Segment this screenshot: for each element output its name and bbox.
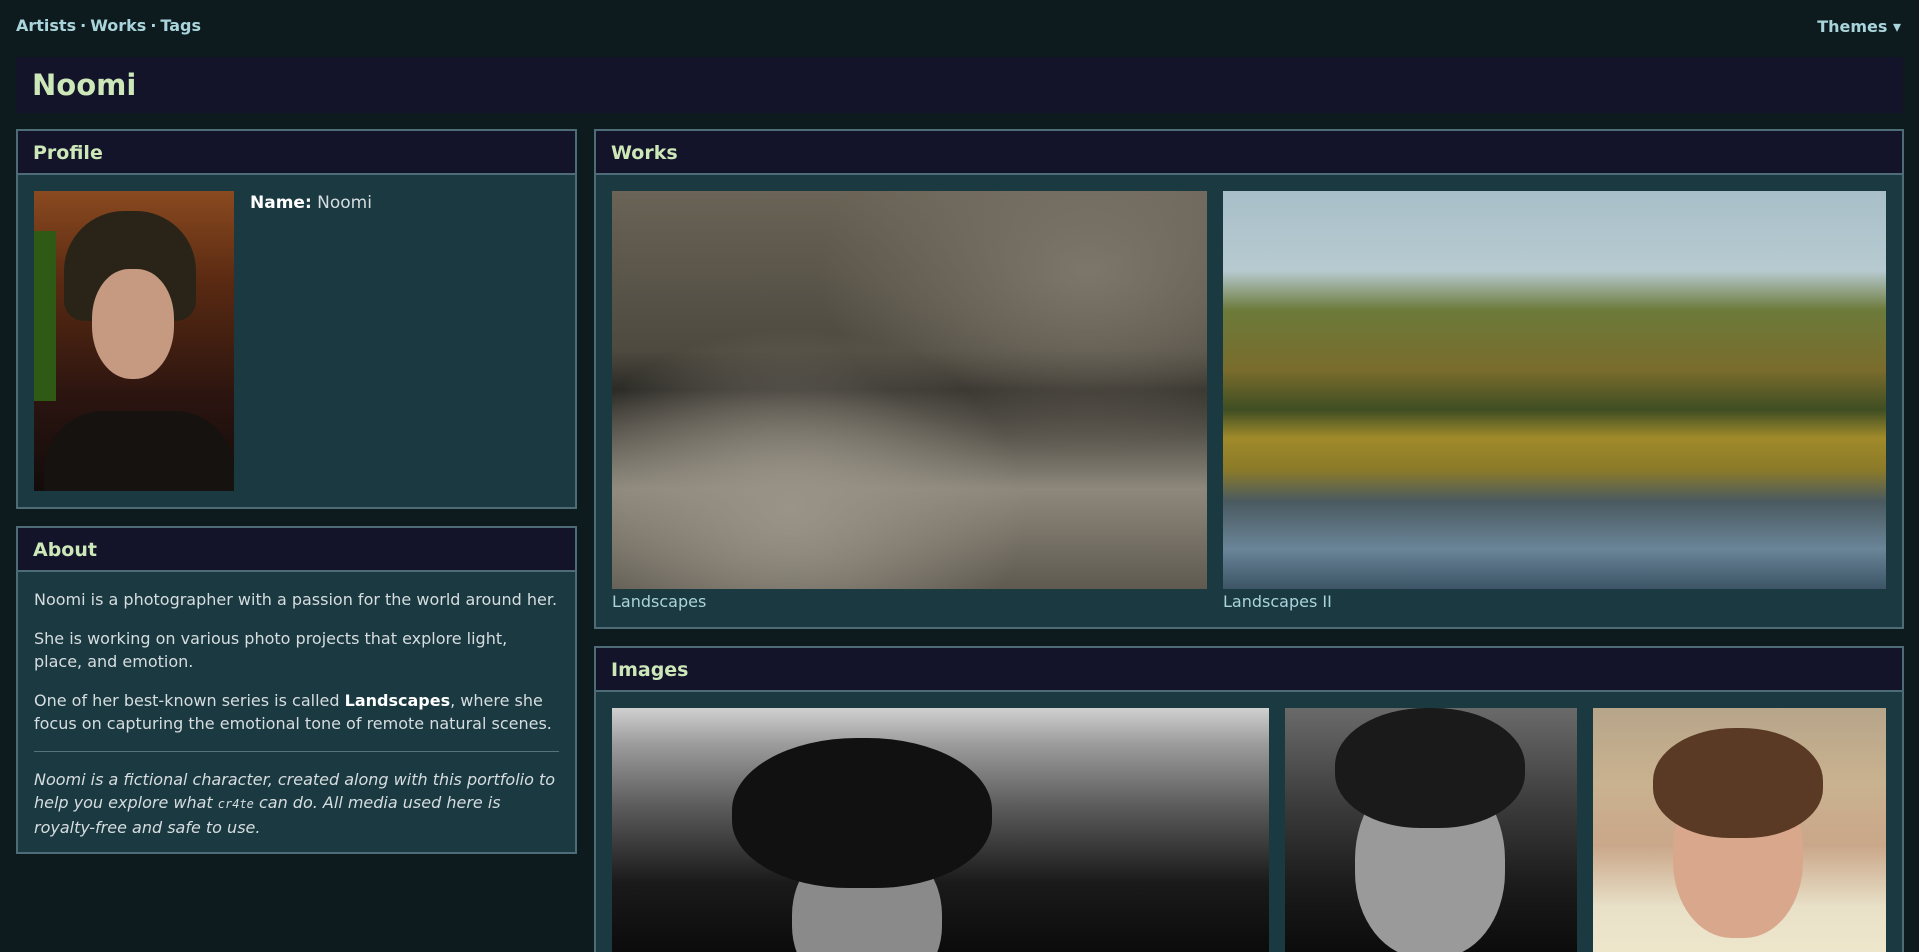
main-nav: Artists · Works · Tags xyxy=(16,16,201,35)
about-body: Noomi is a photographer with a passion f… xyxy=(18,572,575,871)
image-subject-hair xyxy=(1653,728,1823,838)
nav-works-link[interactable]: Works xyxy=(90,16,146,35)
name-value: Noomi xyxy=(317,193,372,213)
nav-separator: · xyxy=(80,16,87,35)
themes-dropdown[interactable]: Themes ▾ xyxy=(1817,17,1901,36)
photo-background xyxy=(34,231,56,401)
image-thumbnail[interactable] xyxy=(1285,708,1577,952)
about-p3-series: Landscapes xyxy=(344,691,451,710)
page-title: Noomi xyxy=(32,68,137,102)
work-thumbnail[interactable] xyxy=(1223,191,1886,589)
image-subject-hat xyxy=(1335,708,1525,828)
about-paragraph-2: She is working on various photo projects… xyxy=(34,629,508,671)
images-heading: Images xyxy=(596,648,1902,692)
profile-photo[interactable] xyxy=(34,191,234,491)
nav-separator: · xyxy=(150,16,157,35)
about-paragraph-3: One of her best-known series is called L… xyxy=(34,689,559,735)
image-thumbnail[interactable] xyxy=(612,708,1269,952)
about-p3-text: One of her best-known series is called xyxy=(34,691,345,710)
profile-heading: Profile xyxy=(18,131,575,175)
photo-face xyxy=(92,269,174,379)
note-code: cr4te xyxy=(217,797,254,811)
fiction-note: Noomi is a fictional character, created … xyxy=(34,768,559,839)
profile-name-row: Name: Noomi xyxy=(250,193,372,213)
nav-artists-link[interactable]: Artists xyxy=(16,16,76,35)
work-thumbnail[interactable] xyxy=(612,191,1207,589)
nav-tags-link[interactable]: Tags xyxy=(160,16,201,35)
profile-panel: Profile Name: Noomi xyxy=(16,129,577,509)
top-bar: Artists · Works · Tags Themes ▾ xyxy=(0,0,1919,54)
work-card[interactable]: Landscapes II xyxy=(1223,191,1886,611)
about-paragraph-1: Noomi is a photographer with a passion f… xyxy=(34,590,558,609)
page-header: Noomi xyxy=(16,57,1903,113)
work-caption[interactable]: Landscapes xyxy=(612,592,1207,611)
works-panel: Works Landscapes Landscapes II xyxy=(594,129,1904,629)
about-heading: About xyxy=(18,528,575,572)
work-card[interactable]: Landscapes xyxy=(612,191,1207,611)
image-thumbnail[interactable] xyxy=(1593,708,1886,952)
photo-shirt xyxy=(44,411,234,491)
works-heading: Works xyxy=(596,131,1902,175)
images-panel: Images xyxy=(594,646,1904,952)
work-caption[interactable]: Landscapes II xyxy=(1223,592,1886,611)
divider xyxy=(34,751,559,752)
name-label: Name: xyxy=(250,193,312,213)
image-subject-hair xyxy=(732,738,992,888)
about-panel: About Noomi is a photographer with a pas… xyxy=(16,526,577,854)
